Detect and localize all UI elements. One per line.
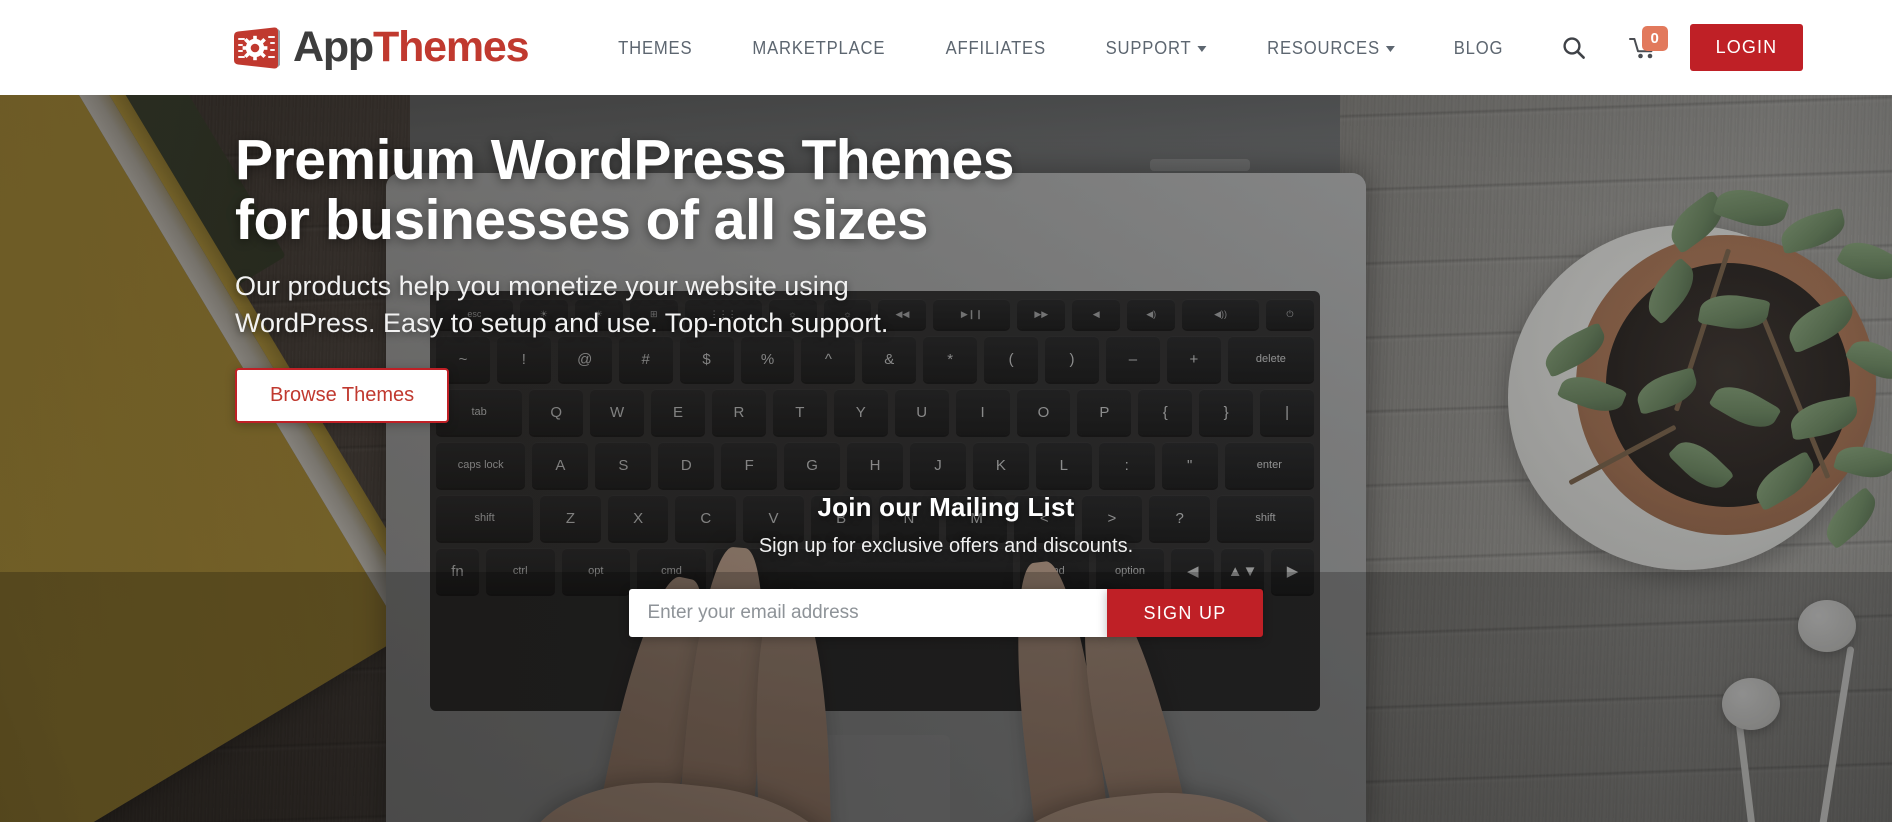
page-title: Premium WordPress Themes for businesses … bbox=[235, 128, 1135, 252]
nav-item-support[interactable]: SUPPORT bbox=[1084, 37, 1228, 59]
nav-item-blog[interactable]: BLOG bbox=[1432, 37, 1525, 59]
site-header: AppThemes THEMES MARKETPLACE AFFILIATES … bbox=[0, 0, 1892, 95]
mailing-list-form: SIGN UP bbox=[0, 589, 1892, 637]
nav-item-themes[interactable]: THEMES bbox=[597, 37, 714, 59]
nav-item-marketplace[interactable]: MARKETPLACE bbox=[731, 37, 907, 59]
hero-title-line-1: Premium WordPress Themes bbox=[235, 128, 1014, 192]
header-actions: 0 LOGIN bbox=[1530, 0, 1804, 95]
hero-section: esc☀☀⊞⋮⋮⋮☼☼◀◀▶❙❙▶▶◀◀)◀))⏻ ~!@#$%^&*()–+d… bbox=[0, 95, 1892, 822]
hero-copy: Premium WordPress Themes for businesses … bbox=[235, 128, 1135, 424]
cart-button[interactable]: 0 bbox=[1620, 25, 1668, 70]
cart-count-badge: 0 bbox=[1641, 25, 1668, 51]
mailing-list-subtitle: Sign up for exclusive offers and discoun… bbox=[758, 535, 1134, 557]
signup-button[interactable]: SIGN UP bbox=[1107, 589, 1263, 637]
mailing-list-title: Join our Mailing List bbox=[817, 492, 1075, 522]
logo-text-app: App bbox=[293, 23, 374, 71]
nav-item-resources[interactable]: RESOURCES bbox=[1246, 37, 1417, 59]
site-logo[interactable]: AppThemes bbox=[230, 20, 530, 76]
nav-item-affiliates[interactable]: AFFILIATES bbox=[924, 37, 1068, 59]
mailing-list-section: Join our Mailing List Sign up for exclus… bbox=[0, 492, 1892, 637]
browse-themes-button[interactable]: Browse Themes bbox=[235, 368, 450, 424]
main-navigation: THEMES MARKETPLACE AFFILIATES SUPPORT RE… bbox=[590, 0, 1529, 95]
login-button[interactable]: LOGIN bbox=[1689, 24, 1804, 71]
email-input[interactable] bbox=[629, 589, 1108, 637]
search-button[interactable] bbox=[1552, 26, 1596, 70]
appthemes-gear-card-icon bbox=[234, 26, 280, 69]
hero-content: Premium WordPress Themes for businesses … bbox=[0, 95, 1892, 822]
search-icon bbox=[1563, 36, 1585, 59]
logo-text-themes: Themes bbox=[373, 23, 530, 71]
nav-label: RESOURCES bbox=[1267, 36, 1381, 58]
hero-subtitle: Our products help you monetize your webs… bbox=[235, 270, 889, 338]
chevron-down-icon bbox=[1197, 45, 1207, 52]
nav-label: THEMES bbox=[618, 36, 693, 58]
hero-title-line-2: for businesses of all sizes bbox=[235, 187, 928, 252]
nav-label: MARKETPLACE bbox=[752, 36, 886, 58]
nav-label: BLOG bbox=[1453, 36, 1503, 58]
chevron-down-icon bbox=[1386, 45, 1396, 52]
logo-wordmark: AppThemes bbox=[293, 23, 530, 71]
nav-label: SUPPORT bbox=[1105, 36, 1192, 58]
nav-label: AFFILIATES bbox=[946, 36, 1047, 58]
